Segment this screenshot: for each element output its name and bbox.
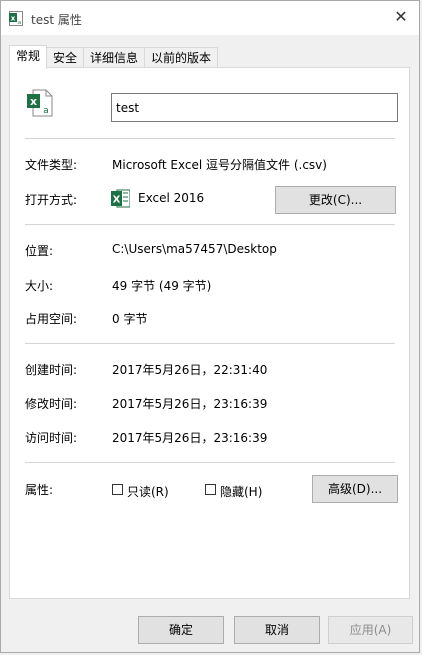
svg-text:x: x <box>11 15 16 23</box>
opens-with-value: Excel 2016 <box>138 191 205 205</box>
window-title: test 属性 <box>31 13 82 27</box>
file-type-value: Microsoft Excel 逗号分隔值文件 (.csv) <box>112 158 327 172</box>
close-icon[interactable]: ✕ <box>391 7 411 27</box>
properties-window: x a test 属性 ✕ 常规 安全 详细信息 以前的版本 x a 文件类型:… <box>0 0 420 653</box>
svg-text:a: a <box>18 20 21 26</box>
apply-button[interactable]: 应用(A) <box>328 616 413 644</box>
general-panel: x a 文件类型: Microsoft Excel 逗号分隔值文件 (.csv)… <box>9 67 410 599</box>
size-on-disk-value: 0 字节 <box>112 312 148 326</box>
readonly-label[interactable]: 只读(R) <box>127 483 169 500</box>
csv-file-icon: x a <box>27 89 53 117</box>
ok-button[interactable]: 确定 <box>138 616 224 644</box>
location-label: 位置: <box>25 244 54 258</box>
hidden-label[interactable]: 隐藏(H) <box>220 483 262 500</box>
tab-general[interactable]: 常规 <box>9 45 48 69</box>
opens-with-label: 打开方式: <box>25 193 78 207</box>
tab-previous-versions[interactable]: 以前的版本 <box>144 47 219 68</box>
size-label: 大小: <box>25 279 54 293</box>
tab-security[interactable]: 安全 <box>46 47 85 68</box>
accessed-value: 2017年5月26日，23:16:39 <box>112 431 268 445</box>
modified-value: 2017年5月26日，23:16:39 <box>112 397 268 411</box>
hidden-checkbox[interactable] <box>205 484 216 495</box>
accessed-label: 访问时间: <box>25 431 78 445</box>
modified-label: 修改时间: <box>25 397 78 411</box>
attributes-label: 属性: <box>25 483 54 497</box>
divider <box>25 462 395 463</box>
tab-strip: 常规 安全 详细信息 以前的版本 <box>9 45 219 69</box>
svg-text:X: X <box>113 195 121 206</box>
excel-app-icon: X <box>111 189 131 208</box>
file-name-input[interactable] <box>111 93 398 122</box>
file-type-label: 文件类型: <box>25 158 78 172</box>
cancel-button[interactable]: 取消 <box>234 616 320 644</box>
change-button[interactable]: 更改(C)... <box>275 186 396 214</box>
created-label: 创建时间: <box>25 363 78 377</box>
title-bar: x a test 属性 ✕ <box>1 1 419 35</box>
tab-details[interactable]: 详细信息 <box>83 47 146 68</box>
divider <box>25 138 395 139</box>
divider <box>25 343 395 344</box>
svg-text:a: a <box>43 106 49 116</box>
advanced-button[interactable]: 高级(D)... <box>312 475 398 503</box>
divider <box>25 224 395 225</box>
dialog-footer: 确定 取消 应用(A) <box>1 599 419 654</box>
location-value: C:\Users\ma57457\Desktop <box>112 242 277 256</box>
excel-file-icon: x a <box>9 11 23 26</box>
created-value: 2017年5月26日，22:31:40 <box>112 363 268 377</box>
svg-text:x: x <box>30 95 37 108</box>
size-on-disk-label: 占用空间: <box>25 312 78 326</box>
readonly-checkbox[interactable] <box>112 484 123 495</box>
size-value: 49 字节 (49 字节) <box>112 279 212 293</box>
